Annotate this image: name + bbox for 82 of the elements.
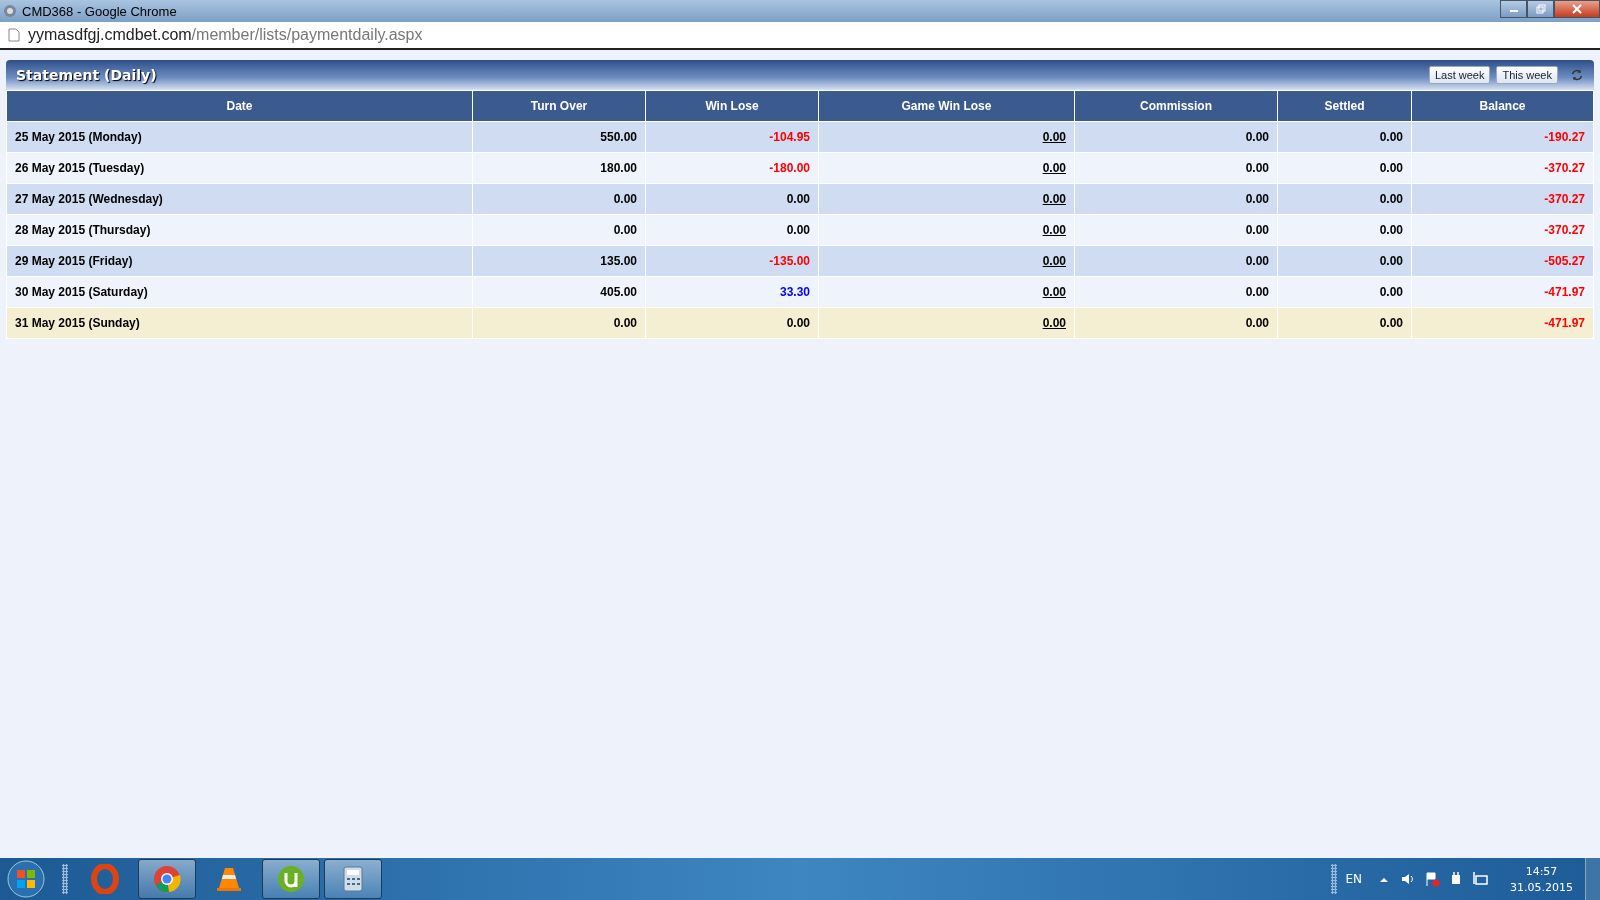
amount-link[interactable]: 0.00 [1042, 192, 1066, 206]
clock-date[interactable]: 31.05.2015 [1510, 880, 1573, 894]
column-header: Balance [1411, 90, 1594, 122]
table-cell: 33.30 [645, 276, 819, 308]
date-cell: 30 May 2015 (Saturday) [6, 276, 473, 308]
table-cell: 0.00 [1074, 183, 1278, 215]
flag-icon[interactable] [1424, 871, 1440, 887]
close-icon [1572, 4, 1582, 14]
speaker-icon[interactable] [1400, 871, 1416, 887]
week-button[interactable]: This week [1496, 66, 1558, 84]
table-cell: 0.00 [1277, 276, 1412, 308]
clock-time[interactable]: 14:57 [1525, 864, 1558, 878]
window-title: CMD368 - Google Chrome [22, 3, 177, 19]
network-icon[interactable] [1472, 871, 1488, 887]
table-cell: 135.00 [472, 245, 646, 277]
date-cell: 29 May 2015 (Friday) [6, 245, 473, 277]
table-cell: -370.27 [1411, 214, 1594, 246]
table-cell: -471.97 [1411, 276, 1594, 308]
table-cell: -370.27 [1411, 183, 1594, 215]
panel-title: Statement (Daily) [16, 67, 157, 83]
url-text[interactable]: yymasdfgj.cmdbet.com/member/lists/paymentdaily.aspx [28, 26, 423, 44]
table-cell: 0.00 [1074, 121, 1278, 153]
table-cell: -180.00 [645, 152, 819, 184]
amount-link[interactable]: 0.00 [1042, 130, 1066, 144]
ring-icon [90, 864, 120, 894]
table-cell: -370.27 [1411, 152, 1594, 184]
table-cell: 0.00 [645, 214, 819, 246]
taskbar-app[interactable] [324, 859, 382, 899]
table-cell: 0.00 [1277, 307, 1412, 339]
date-cell: 28 May 2015 (Thursday) [6, 214, 473, 246]
restore-icon [1535, 4, 1546, 14]
torrent-icon [276, 864, 306, 894]
table-cell: 0.00 [1277, 214, 1412, 246]
table-cell: 0.00 [645, 307, 819, 339]
restore-button[interactable] [1527, 0, 1554, 18]
table-cell: -135.00 [645, 245, 819, 277]
column-header: Settled [1277, 90, 1412, 122]
close-button[interactable] [1554, 0, 1600, 18]
table-cell: 0.00 [1074, 245, 1278, 277]
table-cell: 0.00 [645, 183, 819, 215]
start-button[interactable] [6, 859, 46, 899]
amount-link[interactable]: 0.00 [1042, 161, 1066, 175]
table-cell: 0.00 [1074, 307, 1278, 339]
table-cell: 0.00 [472, 214, 646, 246]
date-cell: 31 May 2015 (Sunday) [6, 307, 473, 339]
date-cell: 26 May 2015 (Tuesday) [6, 152, 473, 184]
table-cell: 0.00 [1277, 245, 1412, 277]
table-cell: -104.95 [645, 121, 819, 153]
taskbar-app[interactable] [262, 859, 320, 899]
date-cell: 27 May 2015 (Wednesday) [6, 183, 473, 215]
table-cell: 550.00 [472, 121, 646, 153]
table-cell: -190.27 [1411, 121, 1594, 153]
table-cell: 0.00 [1074, 276, 1278, 308]
minimize-button[interactable] [1500, 0, 1527, 18]
table-cell: 180.00 [472, 152, 646, 184]
table-cell: 405.00 [472, 276, 646, 308]
table-cell: -505.27 [1411, 245, 1594, 277]
app-icon [2, 3, 18, 19]
amount-link[interactable]: 0.00 [1042, 316, 1066, 330]
table-cell: 0.00 [1277, 183, 1412, 215]
page-icon [8, 28, 20, 42]
browser-icon [152, 864, 182, 894]
refresh-icon[interactable] [1570, 68, 1584, 82]
table-cell: -471.97 [1411, 307, 1594, 339]
week-button[interactable]: Last week [1428, 66, 1491, 84]
table-cell: 0.00 [472, 183, 646, 215]
column-header: Game Win Lose [818, 90, 1075, 122]
amount-link[interactable]: 0.00 [1042, 285, 1066, 299]
column-header: Turn Over [472, 90, 646, 122]
table-cell: 0.00 [1074, 214, 1278, 246]
date-cell: 25 May 2015 (Monday) [6, 121, 473, 153]
amount-link[interactable]: 0.00 [1042, 223, 1066, 237]
table-cell: 0.00 [1074, 152, 1278, 184]
column-header: Date [6, 90, 473, 122]
table-cell: 0.00 [472, 307, 646, 339]
table-cell: 0.00 [1277, 152, 1412, 184]
language-indicator[interactable]: EN [1345, 872, 1362, 886]
table-cell: 0.00 [1277, 121, 1412, 153]
column-header: Win Lose [645, 90, 819, 122]
column-header: Commission [1074, 90, 1278, 122]
taskbar-app[interactable] [138, 859, 196, 899]
amount-link[interactable]: 0.00 [1042, 254, 1066, 268]
